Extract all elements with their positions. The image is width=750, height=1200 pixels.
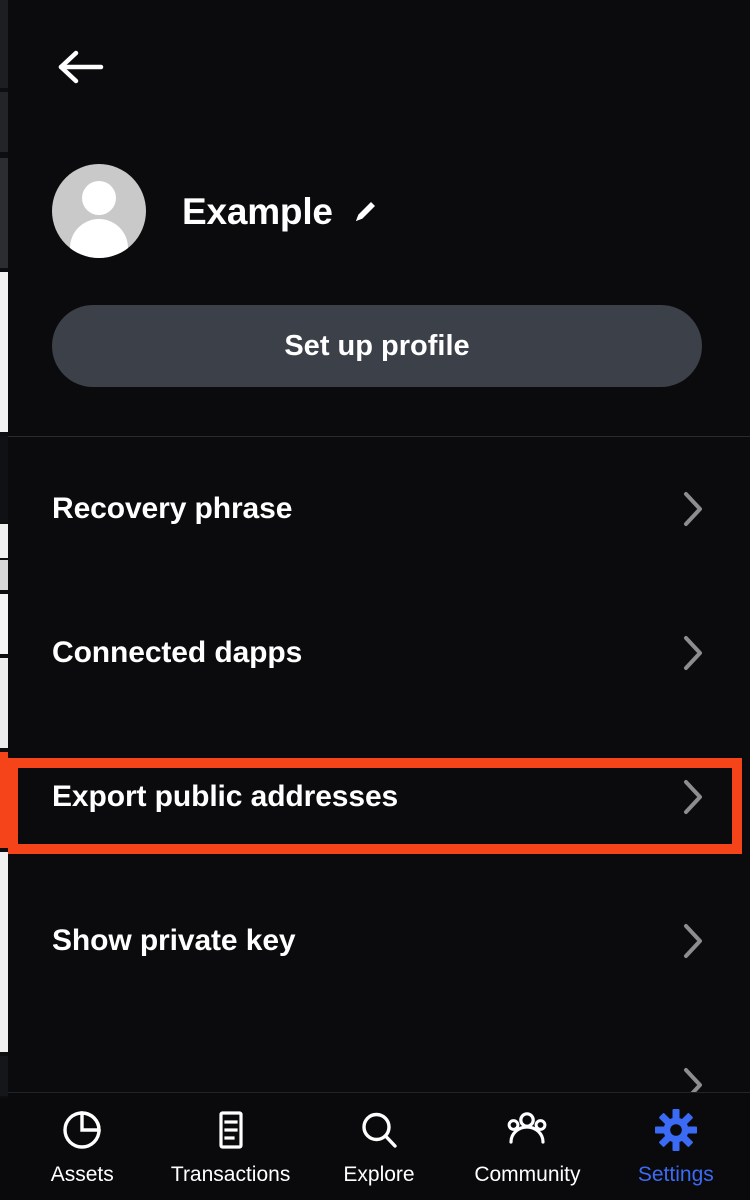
nav-item-assets[interactable]: Assets bbox=[8, 1107, 156, 1187]
arrow-left-icon bbox=[58, 50, 104, 84]
nav-item-label: Explore bbox=[343, 1163, 415, 1186]
gear-icon bbox=[654, 1107, 698, 1153]
settings-row-label: Recovery phrase bbox=[52, 492, 293, 525]
people-group-icon bbox=[505, 1107, 549, 1153]
nav-item-label: Community bbox=[474, 1163, 581, 1186]
settings-row-label: Show private key bbox=[52, 924, 296, 957]
chevron-right-icon bbox=[680, 921, 706, 961]
settings-row-connected-dapps[interactable]: Connected dapps bbox=[8, 581, 750, 725]
nav-item-label: Transactions bbox=[170, 1163, 291, 1186]
settings-row-show-private-key[interactable]: Show private key bbox=[8, 869, 750, 1013]
profile-header: Example bbox=[8, 156, 750, 266]
settings-row-label: Connected dapps bbox=[52, 636, 303, 669]
app-screen: Example Set up profile Recovery phrase C… bbox=[0, 0, 750, 1200]
chevron-right-icon bbox=[680, 633, 706, 673]
search-icon bbox=[358, 1107, 400, 1153]
back-button[interactable] bbox=[52, 38, 110, 96]
nav-item-transactions[interactable]: Transactions bbox=[156, 1107, 304, 1187]
nav-item-label: Settings bbox=[637, 1163, 714, 1186]
nav-item-community[interactable]: Community bbox=[453, 1107, 601, 1187]
top-bar bbox=[8, 20, 750, 110]
settings-row-recovery-phrase[interactable]: Recovery phrase bbox=[8, 437, 750, 581]
nav-item-label: Assets bbox=[50, 1163, 114, 1186]
avatar bbox=[52, 164, 146, 258]
settings-list: Recovery phrase Connected dapps Export p… bbox=[8, 437, 750, 1157]
pencil-edit-icon[interactable] bbox=[349, 196, 381, 228]
profile-name: Example bbox=[182, 190, 333, 232]
window-edge-sliver bbox=[0, 0, 8, 1200]
settings-row-label: Export public addresses bbox=[52, 780, 399, 813]
nav-item-explore[interactable]: Explore bbox=[305, 1107, 453, 1187]
document-list-icon bbox=[210, 1107, 252, 1153]
avatar-body-shape bbox=[70, 219, 128, 258]
pie-chart-icon bbox=[61, 1107, 103, 1153]
bottom-navigation-bar: Assets Transactions Explore Community Se… bbox=[8, 1092, 750, 1200]
nav-item-settings[interactable]: Settings bbox=[602, 1107, 750, 1187]
chevron-right-icon bbox=[680, 489, 706, 529]
avatar-head-shape bbox=[82, 181, 116, 215]
set-up-profile-button[interactable]: Set up profile bbox=[52, 305, 702, 387]
settings-row-export-public-addresses[interactable]: Export public addresses bbox=[8, 725, 750, 869]
app-content: Example Set up profile Recovery phrase C… bbox=[8, 0, 750, 1200]
chevron-right-icon bbox=[680, 777, 706, 817]
